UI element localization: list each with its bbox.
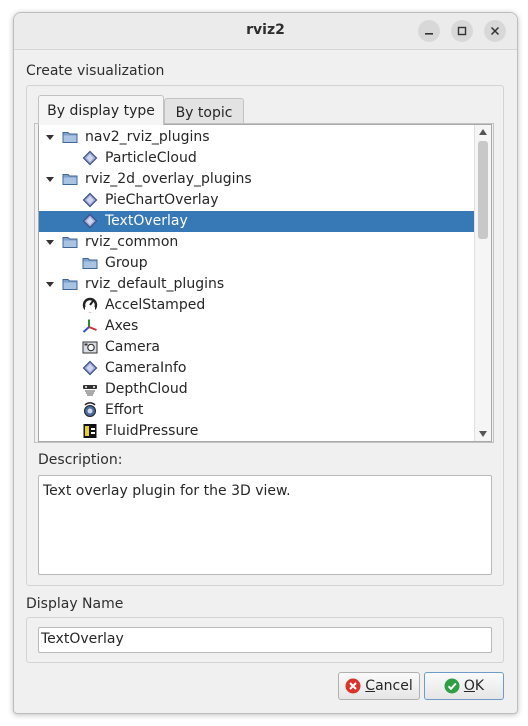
expand-arrow-icon[interactable] <box>45 132 55 142</box>
display-name-input[interactable]: TextOverlay <box>38 627 492 653</box>
folder-icon <box>62 234 78 250</box>
axes-icon <box>82 318 98 334</box>
tree-item-label: PieChartOverlay <box>105 192 219 208</box>
ok-button[interactable]: OK <box>424 672 504 700</box>
tree-item-row[interactable]: Camera <box>39 337 474 358</box>
tree-item-label: TextOverlay <box>105 213 188 229</box>
close-icon <box>490 26 500 36</box>
plugin-diamond-icon <box>82 213 98 229</box>
tree-group-row[interactable]: rviz_common <box>39 232 474 253</box>
tree-item-row[interactable]: FluidPressure <box>39 421 474 441</box>
tree-item-label: rviz_2d_overlay_plugins <box>85 171 252 187</box>
accel-icon <box>82 297 98 313</box>
tab-by-display-type[interactable]: By display type <box>38 95 164 125</box>
effort-icon <box>82 402 98 418</box>
tree-item-label: DepthCloud <box>105 381 188 397</box>
expand-arrow-icon[interactable] <box>45 279 55 289</box>
tree-item-label: Camera <box>105 339 160 355</box>
create-visualization-label: Create visualization <box>26 63 165 79</box>
tree-item-label: rviz_default_plugins <box>85 276 225 292</box>
plugin-diamond-icon <box>82 360 98 376</box>
display-name-label: Display Name <box>26 596 124 612</box>
folder-icon <box>62 171 78 187</box>
plugin-diamond-icon <box>82 192 98 208</box>
cancel-label: ancel <box>375 678 413 694</box>
window-title: rviz2 <box>246 22 285 38</box>
tree-item-row[interactable]: AccelStamped <box>39 295 474 316</box>
tree-item-label: Group <box>105 255 148 271</box>
description-label: Description: <box>38 452 123 468</box>
fluid-pressure-icon <box>82 423 98 439</box>
tab-label: By display type <box>47 102 155 119</box>
tree-item-row[interactable]: Effort <box>39 400 474 421</box>
expand-arrow-icon[interactable] <box>45 174 55 184</box>
cancel-mnemonic: C <box>365 678 376 694</box>
camera-icon <box>82 339 98 355</box>
tree-item-label: Effort <box>105 402 144 418</box>
tree-item-label: AccelStamped <box>105 297 206 313</box>
folder-icon <box>82 255 98 271</box>
tree-item-row[interactable]: Group <box>39 253 474 274</box>
close-button[interactable] <box>484 20 506 42</box>
tree-group-row[interactable]: rviz_default_plugins <box>39 274 474 295</box>
scrollbar-thumb[interactable] <box>478 141 488 239</box>
tree-item-row[interactable]: CameraInfo <box>39 358 474 379</box>
tree-item-label: CameraInfo <box>105 360 187 376</box>
tree-scrollbar[interactable] <box>474 125 491 441</box>
depth-cloud-icon <box>82 381 98 397</box>
folder-icon <box>62 276 78 292</box>
ok-label: K <box>474 678 485 694</box>
tree-item-label: rviz_common <box>85 234 179 250</box>
plugin-tree[interactable]: nav2_rviz_plugins ParticleCloud rviz_2d_ov… <box>38 124 492 442</box>
description-text: Text overlay plugin for the 3D view. <box>43 483 291 499</box>
scroll-down-button[interactable] <box>475 427 491 441</box>
tree-item-row[interactable]: PieChartOverlay <box>39 190 474 211</box>
tree-item-row[interactable]: DepthCloud <box>39 379 474 400</box>
tree-group-row[interactable]: rviz_2d_overlay_plugins <box>39 169 474 190</box>
scroll-up-button[interactable] <box>475 125 491 139</box>
ok-icon <box>444 678 460 694</box>
tree-group-row[interactable]: nav2_rviz_plugins <box>39 127 474 148</box>
folder-icon <box>62 129 78 145</box>
maximize-button[interactable] <box>451 20 473 42</box>
triangle-down-icon <box>479 431 487 437</box>
title-bar: rviz2 <box>14 13 517 50</box>
tab-label: By topic <box>175 104 233 121</box>
maximize-icon <box>457 26 467 36</box>
description-box: Text overlay plugin for the 3D view. <box>38 475 492 575</box>
tree-item-label: Axes <box>105 318 139 334</box>
cancel-icon <box>345 678 361 694</box>
display-name-value: TextOverlay <box>41 631 124 647</box>
expand-arrow-icon[interactable] <box>45 237 55 247</box>
minimize-button[interactable] <box>418 20 440 42</box>
minimize-icon <box>425 33 433 35</box>
tree-item-label: nav2_rviz_plugins <box>85 129 210 145</box>
tree-item-label: ParticleCloud <box>105 150 197 166</box>
triangle-up-icon <box>479 129 487 135</box>
cancel-button[interactable]: Cancel <box>338 672 420 700</box>
ok-mnemonic: O <box>463 678 475 694</box>
plugin-diamond-icon <box>82 150 98 166</box>
tree-item-row[interactable]: ParticleCloud <box>39 148 474 169</box>
tab-by-topic[interactable]: By topic <box>164 98 244 126</box>
tree-item-row[interactable]: Axes <box>39 316 474 337</box>
tree-item-row[interactable]: TextOverlay <box>39 211 474 232</box>
tree-item-label: FluidPressure <box>105 423 199 439</box>
